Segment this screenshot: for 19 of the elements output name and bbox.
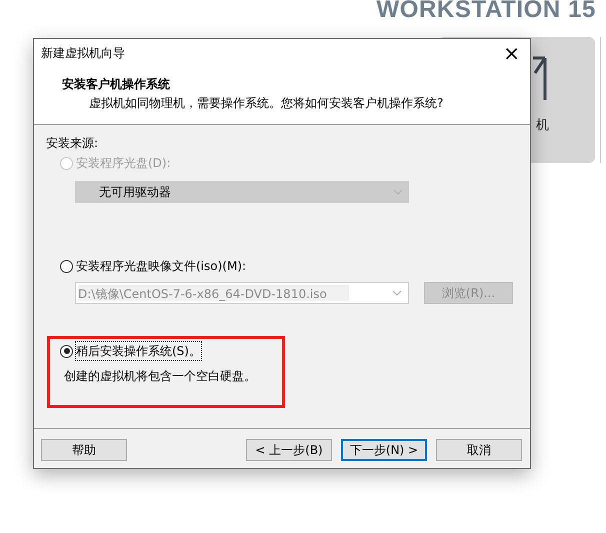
- arrow-icon: [531, 55, 547, 101]
- product-title: WORKSTATION 15: [376, 0, 596, 24]
- page-subtitle: 虚拟机如同物理机，需要操作系统。您将如何安装客户机操作系统?: [88, 95, 444, 112]
- radio-label[interactable]: 稍后安装操作系统(S)。: [76, 342, 201, 360]
- radio-label[interactable]: 安装程序光盘映像文件(iso)(M):: [76, 257, 246, 275]
- chevron-down-icon: [393, 189, 403, 195]
- dialog-button[interactable]: 下一步(N) >: [341, 439, 427, 461]
- dialog-button[interactable]: 取消: [436, 439, 522, 461]
- window-title: 新建虚拟机向导: [41, 45, 125, 62]
- option-description: 创建的虚拟机将包含一个空白硬盘。: [64, 368, 256, 385]
- close-button[interactable]: ×: [499, 43, 524, 63]
- radio-button[interactable]: [60, 260, 73, 272]
- section-label: 安装来源:: [46, 135, 100, 152]
- dialog-button[interactable]: < 上一步(B): [246, 439, 332, 461]
- dialog-button[interactable]: 帮助: [41, 439, 127, 461]
- card-label: 机: [536, 117, 549, 135]
- page-heading: 安装客户机操作系统: [62, 76, 171, 93]
- chevron-down-icon: [392, 290, 402, 296]
- radio-button[interactable]: [60, 344, 73, 358]
